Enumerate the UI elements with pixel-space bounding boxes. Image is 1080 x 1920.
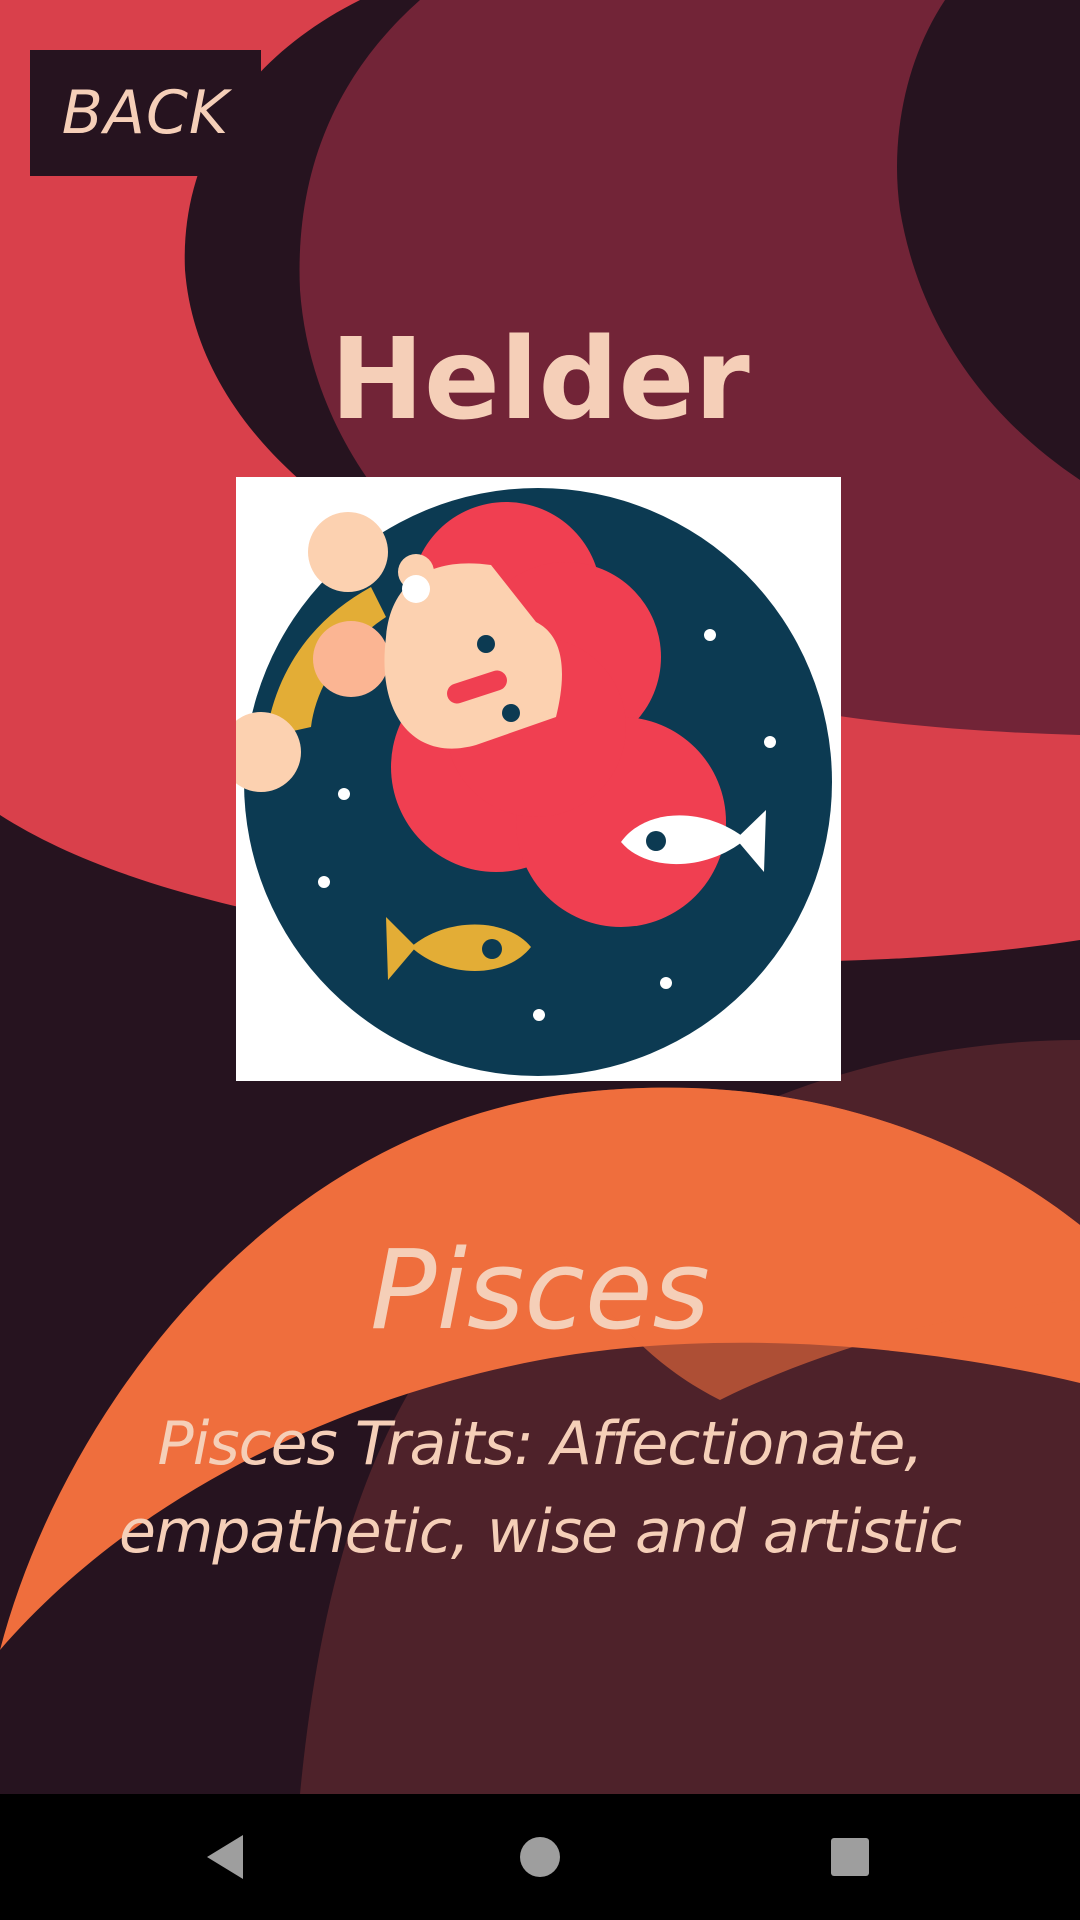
back-button[interactable]: BACK bbox=[30, 50, 261, 176]
sign-traits: Pisces Traits: Affectionate, empathetic,… bbox=[118, 1409, 962, 1567]
system-navigation-bar bbox=[0, 1794, 1080, 1920]
user-name: Helder bbox=[330, 315, 750, 445]
square-recents-icon[interactable] bbox=[820, 1827, 880, 1887]
triangle-back-icon[interactable] bbox=[195, 1827, 255, 1887]
pisces-illustration bbox=[236, 477, 841, 1081]
sign-name: Pisces bbox=[370, 1226, 710, 1354]
circle-home-icon[interactable] bbox=[510, 1827, 570, 1887]
app-screen: BACK Helder Pisces Pisces Traits: Affect… bbox=[0, 0, 1080, 1794]
